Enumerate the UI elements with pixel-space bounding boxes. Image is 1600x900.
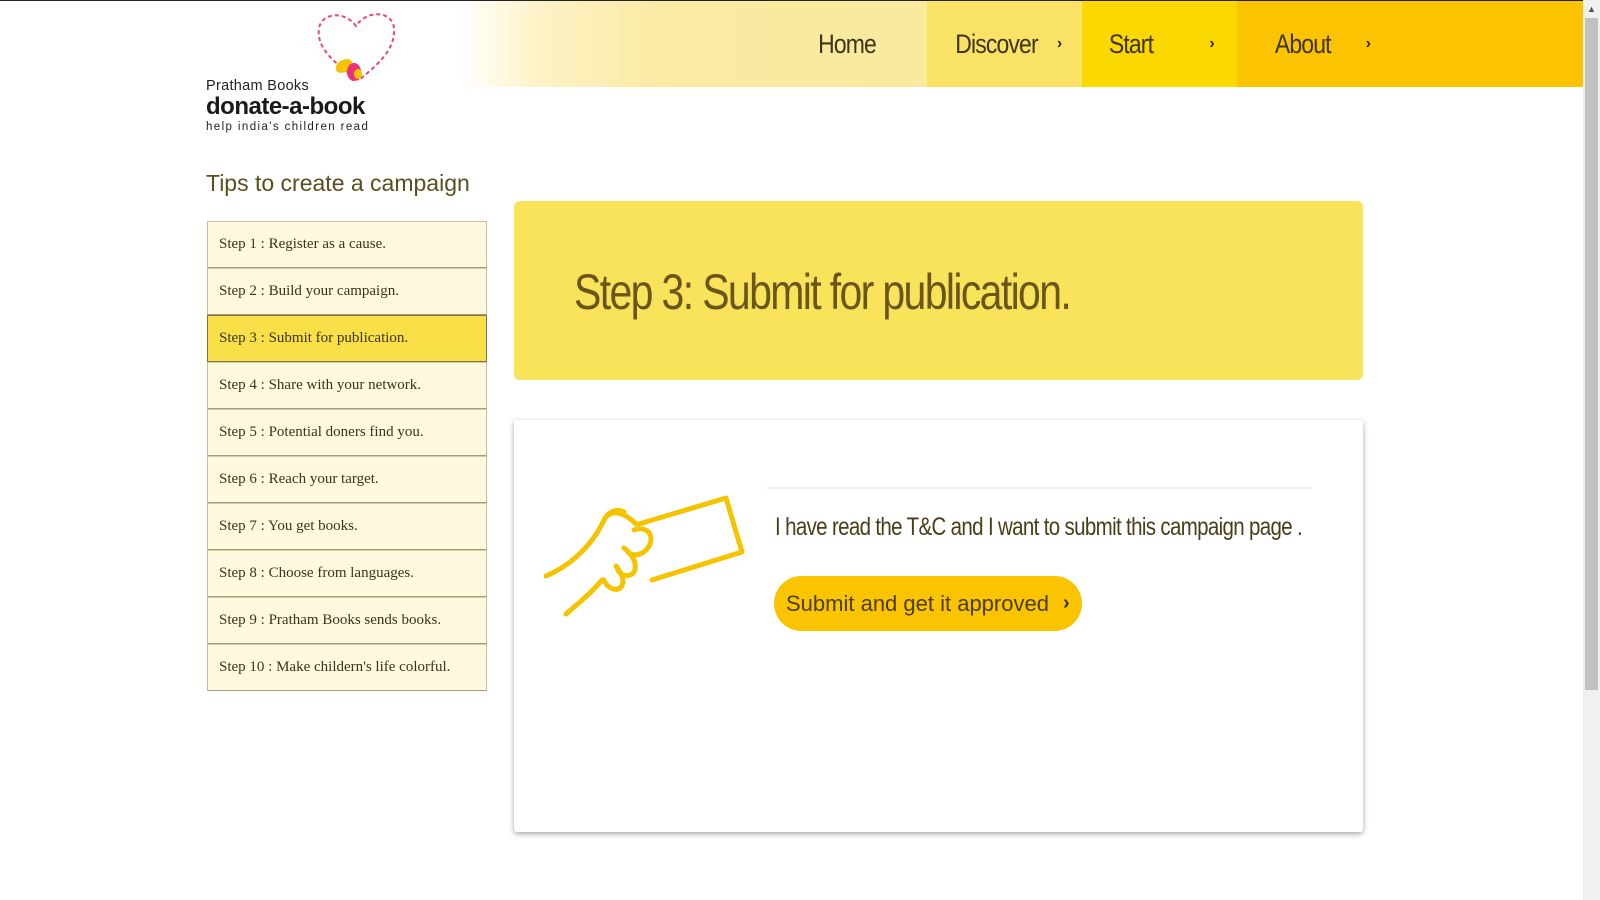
sidebar-item-step-8[interactable]: Step 8 : Choose from languages. [207, 550, 487, 597]
sidebar-item-step-2[interactable]: Step 2 : Build your campaign. [207, 268, 487, 315]
vertical-scrollbar[interactable]: ▲ [1583, 0, 1600, 900]
nav-home-label: Home [818, 28, 878, 59]
nav-home[interactable]: Home [770, 1, 925, 87]
nav-start[interactable]: Start › [1082, 1, 1237, 87]
sidebar-item-step-6[interactable]: Step 6 : Reach your target. [207, 456, 487, 503]
confirmation-text: I have read the T&C and I want to submit… [775, 513, 1303, 541]
site-logo[interactable]: Pratham Books donate-a-book help india's… [206, 8, 406, 133]
heart-logo-icon [317, 13, 396, 82]
sidebar-item-step-5[interactable]: Step 5 : Potential doners find you. [207, 409, 487, 456]
scroll-up-arrow-icon[interactable]: ▲ [1583, 0, 1600, 17]
sidebar-item-step-10[interactable]: Step 10 : Make childern's life colorful. [207, 644, 487, 691]
logo-name: donate-a-book [206, 93, 365, 120]
chevron-right-icon: › [1062, 592, 1070, 614]
sidebar-item-step-4[interactable]: Step 4 : Share with your network. [207, 362, 487, 409]
chevron-right-icon: › [1365, 35, 1371, 52]
submit-approval-button[interactable]: Submit and get it approved › [774, 576, 1082, 631]
chevron-right-icon: › [1056, 35, 1062, 52]
sidebar-item-step-1[interactable]: Step 1 : Register as a cause. [207, 221, 487, 268]
logo-brand: Pratham Books [206, 78, 310, 94]
page-title: Step 3: Submit for publication. [574, 264, 1072, 320]
steps-list: Step 1 : Register as a cause. Step 2 : B… [207, 221, 487, 691]
nav-start-label: Start [1109, 28, 1154, 59]
sidebar-heading: Tips to create a campaign [206, 170, 470, 196]
divider [766, 487, 1311, 489]
title-banner: Step 3: Submit for publication. [514, 201, 1363, 380]
hand-card-icon [544, 495, 745, 617]
nav-discover[interactable]: Discover › [927, 1, 1082, 87]
nav-about-label: About [1274, 28, 1332, 59]
sidebar-item-step-7[interactable]: Step 7 : You get books. [207, 503, 487, 550]
submit-button-label: Submit and get it approved [786, 590, 1049, 616]
submit-card: I have read the T&C and I want to submit… [514, 420, 1363, 832]
nav-discover-label: Discover [955, 28, 1038, 59]
sidebar-item-step-9[interactable]: Step 9 : Pratham Books sends books. [207, 597, 487, 644]
logo-tagline: help india's children read [206, 121, 370, 133]
sidebar-item-step-3[interactable]: Step 3 : Submit for publication. [207, 315, 487, 362]
chevron-right-icon: › [1209, 35, 1214, 52]
scrollbar-thumb[interactable] [1585, 18, 1598, 690]
nav-about[interactable]: About › [1237, 1, 1583, 87]
